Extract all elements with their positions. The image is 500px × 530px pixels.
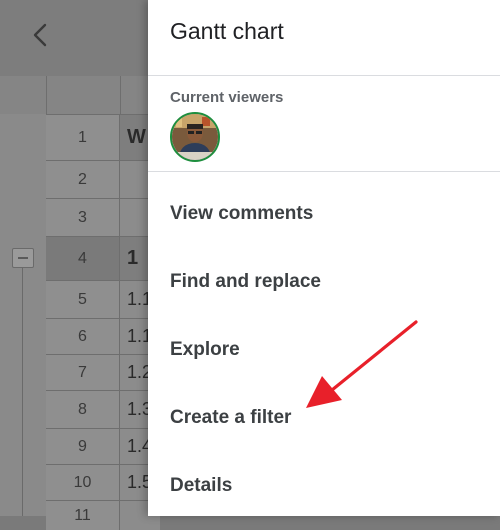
row-header[interactable]: 3 [46, 198, 120, 236]
row-header[interactable]: 8 [46, 390, 120, 428]
collapse-group-icon[interactable] [12, 248, 34, 268]
annotation-arrow [306, 320, 418, 408]
drawer-title: Gantt chart [170, 18, 284, 44]
avatar[interactable] [170, 112, 220, 162]
row-header[interactable]: 6 [46, 318, 120, 354]
row-header[interactable]: 2 [46, 160, 120, 198]
grid-line [120, 76, 121, 114]
row-header[interactable]: 4 [46, 236, 120, 280]
menu-item-find-and-replace[interactable]: Find and replace [148, 254, 500, 310]
row-header[interactable]: 10 [46, 464, 120, 500]
row-header[interactable]: 7 [46, 354, 120, 390]
avatar-photo [172, 114, 218, 160]
menu-item-details[interactable]: Details [148, 458, 500, 514]
row-header[interactable]: 11 [46, 500, 120, 530]
chevron-left-icon[interactable] [28, 20, 52, 50]
row-header[interactable]: 5 [46, 280, 120, 318]
row-header[interactable]: 1 [46, 114, 120, 160]
divider [148, 171, 500, 172]
divider [148, 75, 500, 76]
menu-item-view-comments[interactable]: View comments [148, 186, 500, 242]
row-group-line [22, 268, 23, 516]
details-drawer: Gantt chart Current viewers View comment… [148, 0, 500, 516]
row-header[interactable]: 9 [46, 428, 120, 464]
row-group-column [0, 114, 46, 516]
current-viewers-label: Current viewers [170, 89, 284, 106]
